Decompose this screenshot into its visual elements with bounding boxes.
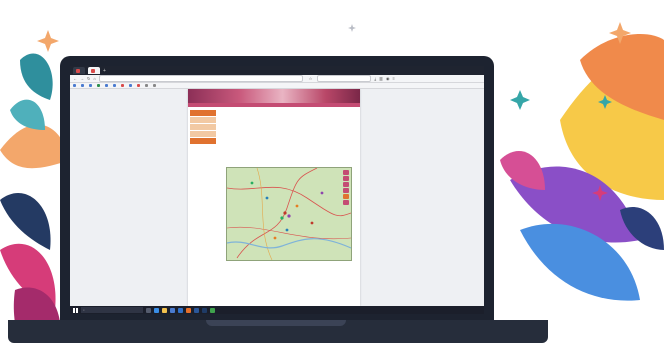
search-icon: ⌕ <box>83 308 85 312</box>
photoshop-icon[interactable] <box>202 307 207 313</box>
task-view-icon[interactable] <box>146 307 151 313</box>
map-marker <box>287 214 291 218</box>
map-tool-button[interactable] <box>343 182 349 187</box>
bookmark-item[interactable] <box>145 84 149 87</box>
bookmark-favicon-icon <box>153 84 156 87</box>
taskbar-search[interactable]: ⌕ <box>81 307 143 313</box>
bookmark-item[interactable] <box>129 84 133 87</box>
map-tool-button[interactable] <box>343 188 349 193</box>
browser-viewport <box>70 89 484 306</box>
site-nav-bar <box>188 103 360 107</box>
reload-icon[interactable]: ↻ <box>87 76 90 81</box>
bookmark-item[interactable] <box>97 84 101 87</box>
store-icon[interactable] <box>170 307 175 313</box>
laptop-screen: + ← → ↻ ⌂ ☆ ⤓ ▥ ◉ ≡ ⌕ <box>70 66 484 314</box>
windows-start-icon[interactable] <box>73 307 78 313</box>
side-menu-item[interactable] <box>190 131 216 137</box>
browser-toolbar: ← → ↻ ⌂ ☆ ⤓ ▥ ◉ ≡ <box>70 75 484 83</box>
bookmark-favicon-icon <box>89 84 92 87</box>
map-tool-button[interactable] <box>343 200 349 205</box>
laptop-hinge-notch <box>206 320 346 326</box>
main-content <box>220 111 356 261</box>
map-marker <box>265 196 269 200</box>
laptop-lid: + ← → ↻ ⌂ ☆ ⤓ ▥ ◉ ≡ ⌕ <box>60 56 494 324</box>
mail-icon[interactable] <box>178 307 183 313</box>
side-menu-item[interactable] <box>190 110 216 116</box>
bookmark-star-icon[interactable]: ☆ <box>309 76 313 81</box>
map-roads-svg <box>227 168 351 260</box>
bookmark-item[interactable] <box>81 84 85 87</box>
download-icon[interactable]: ⤓ <box>374 76 376 81</box>
new-tab-button[interactable]: + <box>103 68 106 74</box>
bookmark-favicon-icon <box>129 84 132 87</box>
map-road <box>227 226 351 240</box>
bookmark-favicon-icon <box>105 84 108 87</box>
side-menu-item[interactable] <box>190 138 216 144</box>
bookmark-favicon-icon <box>145 84 148 87</box>
file-explorer-icon[interactable] <box>162 307 167 313</box>
map-marker <box>280 216 284 220</box>
bookmark-favicon-icon <box>73 84 76 87</box>
firefox-icon[interactable] <box>186 307 191 313</box>
map-road <box>236 168 318 259</box>
map-marker <box>283 211 287 215</box>
bookmark-item[interactable] <box>113 84 117 87</box>
browser-tab-1[interactable] <box>73 67 85 74</box>
forward-arrow-icon[interactable]: → <box>80 76 84 81</box>
bookmark-item[interactable] <box>153 84 157 87</box>
bookmark-item[interactable] <box>121 84 125 87</box>
map-marker <box>273 236 277 240</box>
tab-favicon-icon <box>76 68 80 73</box>
bookmark-favicon-icon <box>113 84 116 87</box>
left-leaf-navy <box>0 193 51 250</box>
address-bar[interactable] <box>98 75 303 82</box>
bookmark-item[interactable] <box>73 84 77 87</box>
menu-icon[interactable]: ≡ <box>392 76 394 81</box>
map-tool-button[interactable] <box>343 194 349 199</box>
map-marker <box>310 221 314 225</box>
side-menu <box>190 110 216 145</box>
map-river <box>227 238 351 249</box>
map-marker <box>320 191 324 195</box>
interactive-map[interactable] <box>226 167 352 261</box>
map-tool-button[interactable] <box>343 170 349 175</box>
web-page <box>188 89 360 306</box>
tab-favicon-icon <box>91 68 95 73</box>
word-icon[interactable] <box>194 307 199 313</box>
map-marker <box>250 181 254 185</box>
edge-icon[interactable] <box>154 307 159 313</box>
home-icon[interactable]: ⌂ <box>93 76 95 81</box>
sparkle-orange <box>37 30 59 52</box>
right-leaf-magenta <box>500 151 545 190</box>
map-toolbar <box>343 170 349 210</box>
bookmark-item[interactable] <box>89 84 93 87</box>
chrome-icon[interactable] <box>210 307 215 313</box>
library-icon[interactable]: ▥ <box>379 76 383 81</box>
side-menu-item[interactable] <box>190 117 216 123</box>
back-arrow-icon[interactable]: ← <box>73 76 77 81</box>
bookmark-favicon-icon <box>97 84 100 87</box>
browser-tab-2[interactable] <box>88 67 100 74</box>
bookmark-item[interactable] <box>137 84 141 87</box>
side-menu-item[interactable] <box>190 124 216 130</box>
browser-tab-bar: + <box>70 66 484 75</box>
sparkle-small <box>348 24 356 32</box>
bookmark-item[interactable] <box>105 84 109 87</box>
map-marker <box>285 228 289 232</box>
bookmark-favicon-icon <box>137 84 140 87</box>
site-banner-image <box>188 89 360 103</box>
account-icon[interactable]: ◉ <box>386 76 390 81</box>
map-tool-button[interactable] <box>343 176 349 181</box>
bookmark-favicon-icon <box>81 84 84 87</box>
bookmark-favicon-icon <box>121 84 124 87</box>
windows-taskbar: ⌕ <box>70 306 484 314</box>
map-marker <box>295 204 299 208</box>
left-leaf-teal <box>20 53 53 100</box>
sparkle-teal <box>510 90 530 110</box>
search-box[interactable] <box>317 75 372 82</box>
left-leaf-teal-2 <box>10 99 45 130</box>
